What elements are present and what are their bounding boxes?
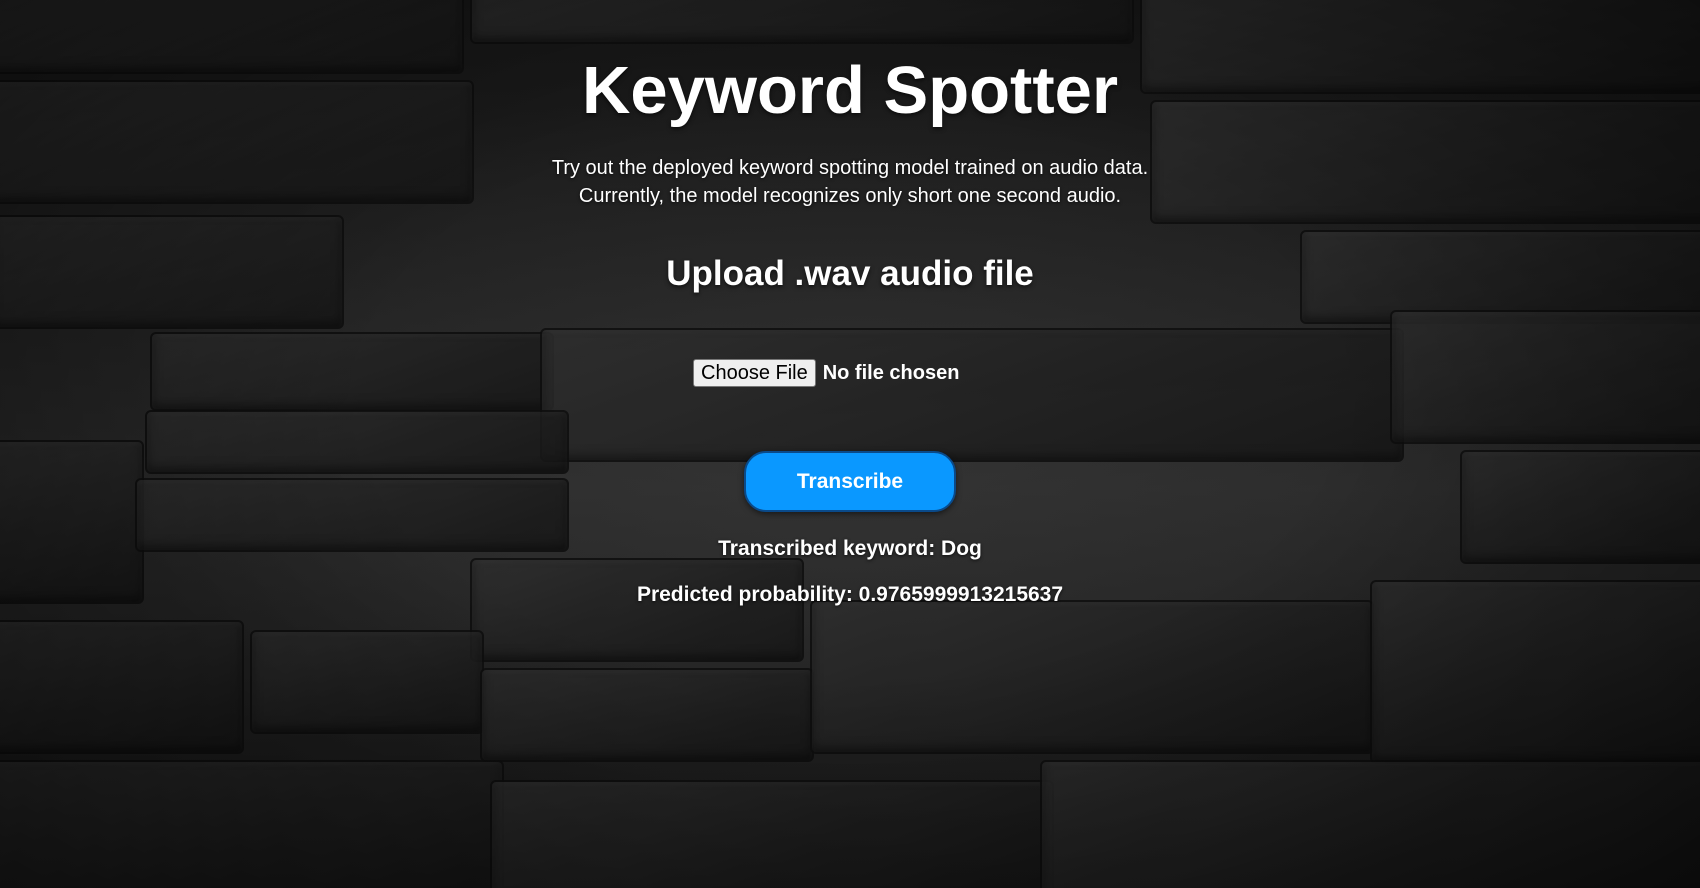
description-line-1: Try out the deployed keyword spotting mo… bbox=[551, 157, 1149, 179]
description-line-2: Currently, the model recognizes only sho… bbox=[578, 185, 1122, 207]
page-description: Try out the deployed keyword spotting mo… bbox=[0, 154, 1700, 210]
predicted-probability-text: Predicted probability: 0.976599991321563… bbox=[636, 583, 1064, 606]
transcribed-keyword-text: Transcribed keyword: Dog bbox=[718, 537, 982, 560]
stone-wall-background bbox=[0, 0, 1700, 888]
page-title: Keyword Spotter bbox=[581, 53, 1119, 128]
upload-heading: Upload .wav audio file bbox=[666, 254, 1034, 293]
file-input[interactable]: Choose File No file chosen bbox=[693, 359, 959, 387]
transcribe-button[interactable]: Transcribe bbox=[744, 451, 956, 512]
file-status-text: No file chosen bbox=[822, 361, 960, 384]
choose-file-button[interactable]: Choose File bbox=[693, 359, 816, 387]
